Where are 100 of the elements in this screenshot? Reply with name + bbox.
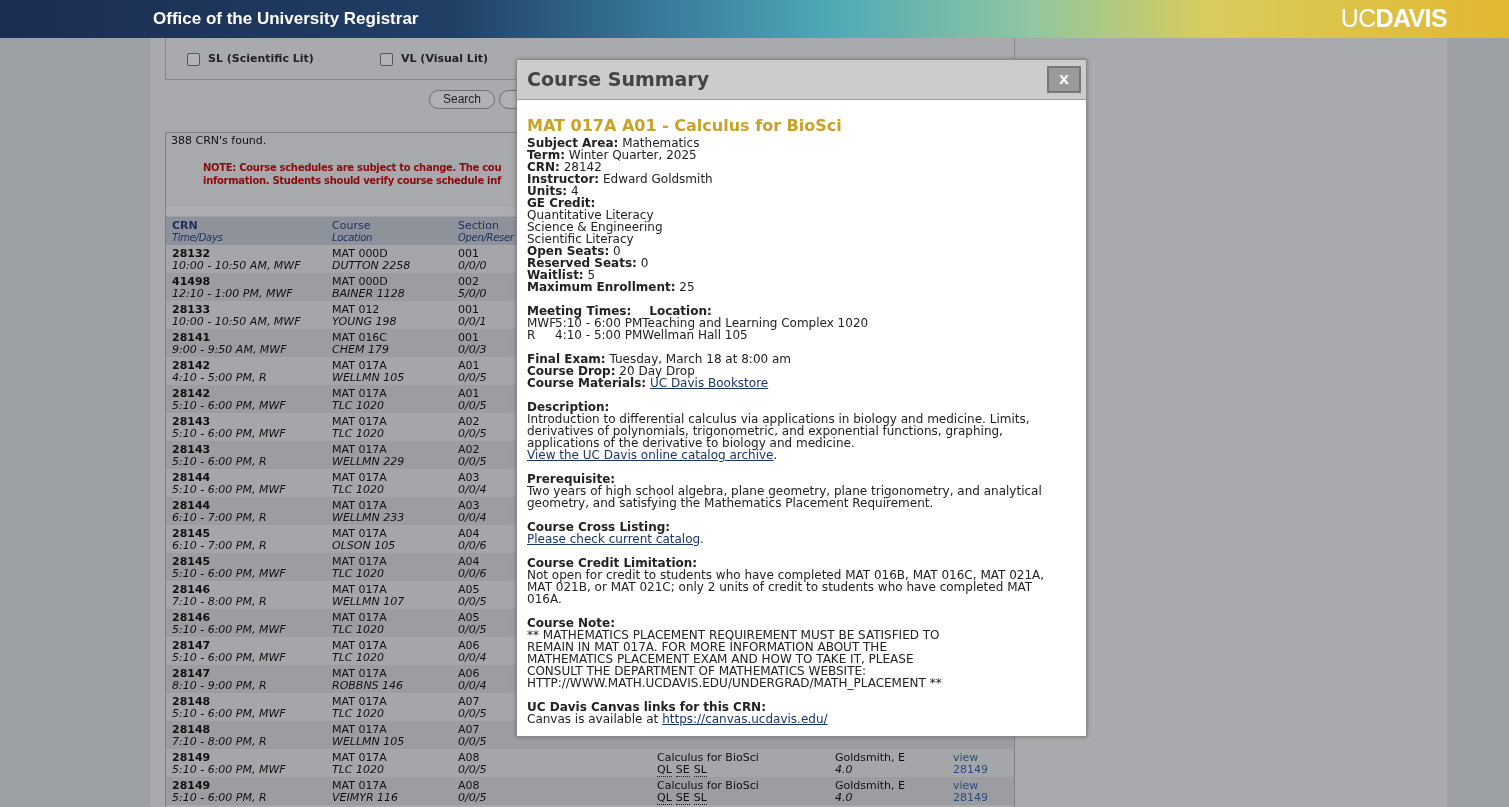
section-text: Not open for credit to students who have completed MAT 016B, MAT 016C, MAT 021A, MAT 021B, or MAT 021C; only 2 units of credit to students who have completed MAT 016A.	[527, 569, 1046, 605]
section-cell: A01	[458, 388, 480, 400]
course-cell: MAT 016C	[332, 332, 388, 344]
time-cell: 10:00 - 10:50 AM, MWF	[172, 316, 301, 328]
field-label: Units:	[527, 184, 568, 198]
location-cell: TLC 1020	[332, 568, 385, 580]
field-value: 28142	[563, 160, 602, 174]
location-cell: TLC 1020	[332, 484, 385, 496]
crn-cell: 28146	[172, 612, 211, 624]
course-cell: MAT 017A	[332, 640, 387, 652]
course-cell: MAT 000D	[332, 276, 388, 288]
column-heading[interactable]: Section	[458, 220, 499, 232]
field-label: Final Exam:	[527, 352, 606, 366]
time-cell: 5:10 - 6:00 PM, R	[172, 456, 267, 468]
view-link[interactable]: view	[953, 780, 979, 792]
meeting-times-label: Meeting Times:	[527, 305, 632, 317]
search-button[interactable]: Search	[429, 90, 496, 109]
course-cell: MAT 000D	[332, 248, 388, 260]
close-button[interactable]: X	[1047, 66, 1081, 93]
section-heading: Course Credit Limitation:	[527, 557, 698, 569]
time-cell: 5:10 - 6:00 PM, MWF	[172, 484, 286, 496]
seats-cell: 0/0/4	[458, 484, 487, 496]
ge-code: SE	[675, 792, 690, 805]
filter-label: SL (Scientific Lit)	[208, 51, 314, 68]
seats-cell: 0/0/5	[458, 596, 487, 608]
section-cell: A06	[458, 668, 480, 680]
course-note-text: ** MATHEMATICS PLACEMENT REQUIREMENT MUST BE SATISFIED TO REMAIN IN MAT 017A. FOR MORE INFORMATION ABOUT THE MATHEMATICS PLACEMENT EXAM AND HOW TO TAKE IT, PLEASE CONSULT THE DEPARTMENT OF MATHEMATICS WEBSITE: HTTP://WWW.MATH.UCDAVIS.EDU/UNDERGRAD/MATH_PLACEMENT **	[527, 629, 943, 689]
section-heading: Course Note:	[527, 617, 616, 629]
section-cell: A06	[458, 640, 480, 652]
field-label: Waitlist:	[527, 268, 584, 282]
column-heading[interactable]: Course	[332, 220, 371, 232]
section-cell: A03	[458, 500, 480, 512]
seats-cell: 0/0/5	[458, 736, 487, 748]
course-cell: MAT 017A	[332, 472, 387, 484]
field-value: Winter Quarter, 2025	[568, 148, 697, 162]
crn-cell: 28132	[172, 248, 211, 260]
time-cell: 10:00 - 10:50 AM, MWF	[172, 260, 301, 272]
canvas-link[interactable]: https://canvas.ucdavis.edu/	[662, 712, 828, 726]
crn-cell: 28146	[172, 584, 211, 596]
field-label: Course Materials:	[527, 376, 647, 390]
seats-cell: 5/0/0	[458, 288, 487, 300]
seats-cell: 0/0/5	[458, 456, 487, 468]
view-link[interactable]: view	[953, 752, 979, 764]
field-label: CRN:	[527, 160, 560, 174]
note-text: NOTE: Course schedules are subject to change. The cou	[203, 161, 502, 174]
crn-cell: 28148	[172, 696, 211, 708]
field-value: 4	[570, 184, 579, 198]
column-subheading: Open/Reser	[458, 232, 514, 244]
field-value: 5	[587, 268, 596, 282]
crn-link[interactable]: 28149	[953, 764, 988, 776]
ge-code: SL	[693, 792, 707, 805]
checkbox[interactable]	[187, 53, 200, 66]
catalog-link[interactable]: Please check current catalog	[527, 532, 701, 546]
section-cell: A03	[458, 472, 480, 484]
location-cell: CHEM 179	[332, 344, 389, 356]
crn-cell: 28145	[172, 528, 211, 540]
time-cell: 12:10 - 1:00 PM, MWF	[172, 288, 293, 300]
field-label: Open Seats:	[527, 244, 610, 258]
seats-cell: 0/0/5	[458, 792, 487, 804]
meeting-location: Teaching and Learning Complex 1020	[642, 317, 869, 329]
field-value: Mathematics	[622, 136, 700, 150]
section-cell: A04	[458, 556, 480, 568]
crn-cell: 28149	[172, 780, 211, 792]
location-cell: WELLMN 105	[332, 736, 405, 748]
location-cell: TLC 1020	[332, 708, 385, 720]
checkbox[interactable]	[380, 53, 393, 66]
crn-cell: 28145	[172, 556, 211, 568]
course-cell: MAT 017A	[332, 556, 387, 568]
course-cell: MAT 017A	[332, 500, 387, 512]
canvas-sentence: Canvas is available at https://canvas.ucdavis.edu/	[527, 713, 829, 725]
time-cell: 5:10 - 6:00 PM, MWF	[172, 708, 286, 720]
time-cell: 7:10 - 8:00 PM, R	[172, 736, 267, 748]
section-heading: GE Credit:	[527, 197, 596, 209]
section-heading: Description:	[527, 401, 611, 413]
field-label: Maximum Enrollment:	[527, 280, 676, 294]
seats-cell: 0/0/4	[458, 512, 487, 524]
seats-cell: 0/0/4	[458, 652, 487, 664]
seats-cell: 0/0/5	[458, 400, 487, 412]
field-value: 20 Day Drop	[619, 364, 695, 378]
site-title[interactable]: Office of the University Registrar	[153, 6, 419, 32]
section-cell: A04	[458, 528, 480, 540]
section-cell: A08	[458, 780, 480, 792]
field-value: 25	[679, 280, 695, 294]
section-text: Scientific Literacy	[527, 233, 634, 245]
location-cell: ROBBNS 146	[332, 680, 404, 692]
location-cell: WELLMN 233	[332, 512, 405, 524]
title-cell: Calculus for BioSci	[657, 780, 759, 792]
note-text: information. Students should verify course schedule inf	[203, 174, 502, 187]
section-text: Science & Engineering	[527, 221, 664, 233]
location-cell: TLC 1020	[332, 400, 385, 412]
seats-cell: 0/0/6	[458, 540, 487, 552]
section-cell: 001	[458, 248, 479, 260]
time-cell: 4:10 - 5:00 PM, R	[172, 372, 267, 384]
crn-link[interactable]: 28149	[953, 792, 988, 804]
column-heading[interactable]: CRN	[172, 220, 198, 232]
time-cell: 5:10 - 6:00 PM, R	[172, 792, 267, 804]
course-cell: MAT 012	[332, 304, 380, 316]
meeting-days: R	[527, 329, 555, 341]
location-cell: YOUNG 198	[332, 316, 397, 328]
time-cell: 5:10 - 6:00 PM, MWF	[172, 400, 286, 412]
